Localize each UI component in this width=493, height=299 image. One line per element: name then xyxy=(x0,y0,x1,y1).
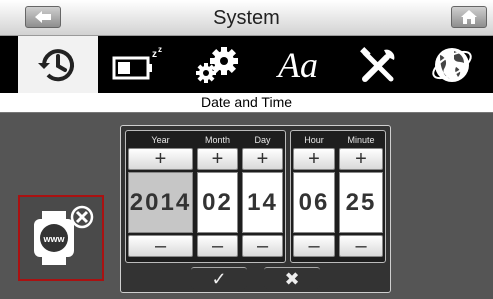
hour-value[interactable]: 06 xyxy=(293,172,335,233)
hour-decrement-button[interactable]: – xyxy=(293,235,335,257)
day-value[interactable]: 14 xyxy=(242,172,283,233)
year-increment-button[interactable]: + xyxy=(128,148,193,170)
svg-text:z: z xyxy=(158,45,162,54)
clock-history-icon xyxy=(38,48,74,81)
year-column: Year + 2014 – xyxy=(126,131,195,262)
tab-network[interactable] xyxy=(412,36,492,93)
tab-sleep[interactable]: z z xyxy=(98,36,178,93)
section-title: Date and Time xyxy=(0,93,493,113)
day-column: Day + 14 – xyxy=(240,131,285,262)
confirm-row: ✓ ✖ xyxy=(121,267,390,291)
year-value[interactable]: 2014 xyxy=(128,172,193,233)
tab-tools[interactable] xyxy=(338,36,418,93)
month-increment-button[interactable]: + xyxy=(197,148,238,170)
month-value[interactable]: 02 xyxy=(197,172,238,233)
home-icon xyxy=(461,10,477,24)
close-icon: ✖ xyxy=(284,269,300,289)
svg-text:z: z xyxy=(152,49,157,60)
page-title: System xyxy=(213,7,280,29)
gears-icon xyxy=(196,46,238,83)
date-time-picker: Year + 2014 – Month + 02 – Day + 14 – Ho… xyxy=(120,125,391,293)
time-group: Hour + 06 – Minute + 25 – xyxy=(290,130,386,263)
year-decrement-button[interactable]: – xyxy=(128,235,193,257)
year-label: Year xyxy=(151,135,170,145)
settings-tab-bar: z z Aa xyxy=(0,36,493,93)
minute-value[interactable]: 25 xyxy=(339,172,383,233)
content-area: www Year + 2014 – Month + 02 – Day + 14 … xyxy=(0,113,493,299)
network-time-sync-button[interactable]: www xyxy=(18,195,104,281)
month-label: Month xyxy=(204,135,230,145)
title-bar: System xyxy=(0,0,493,36)
tab-font[interactable]: Aa xyxy=(258,36,338,93)
minute-label: Minute xyxy=(347,135,375,145)
minute-increment-button[interactable]: + xyxy=(339,148,383,170)
svg-text:www: www xyxy=(42,234,65,244)
home-button[interactable] xyxy=(451,6,487,28)
system-screen: System z z Aa Date and Time www Year + 2… xyxy=(0,0,493,299)
watch-www-sync-icon: www xyxy=(34,205,94,265)
cancel-button[interactable]: ✖ xyxy=(264,267,320,289)
hour-increment-button[interactable]: + xyxy=(293,148,335,170)
minute-column: Minute + 25 – xyxy=(337,131,385,262)
tab-settings[interactable] xyxy=(178,36,258,93)
hour-column: Hour + 06 – xyxy=(291,131,337,262)
month-column: Month + 02 – xyxy=(195,131,240,262)
date-group: Year + 2014 – Month + 02 – Day + 14 – xyxy=(125,130,286,263)
month-decrement-button[interactable]: – xyxy=(197,235,238,257)
battery-sleep-icon: z z xyxy=(112,45,162,79)
tab-date-time[interactable] xyxy=(18,36,98,93)
font-aa-icon: Aa xyxy=(278,44,318,85)
check-icon: ✓ xyxy=(211,269,227,289)
day-increment-button[interactable]: + xyxy=(242,148,283,170)
hour-label: Hour xyxy=(304,135,324,145)
minute-decrement-button[interactable]: – xyxy=(339,235,383,257)
day-decrement-button[interactable]: – xyxy=(242,235,283,257)
tools-icon xyxy=(360,46,395,82)
confirm-button[interactable]: ✓ xyxy=(191,267,247,289)
globe-icon xyxy=(432,47,472,82)
day-label: Day xyxy=(254,135,271,145)
